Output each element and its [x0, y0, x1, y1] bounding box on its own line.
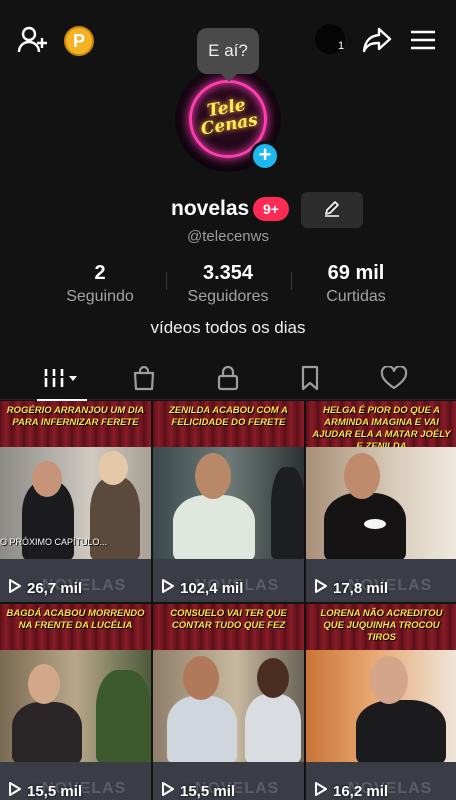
grid-icon	[43, 366, 81, 395]
view-count: 15,5 mil	[8, 781, 82, 800]
video-caption: Bagdá acabou morrendo na frente da Lucél…	[6, 608, 145, 631]
play-icon	[8, 781, 27, 800]
video-caption: Lorena não acreditou que Juquinha trocou…	[320, 608, 443, 643]
tab-liked[interactable]	[364, 360, 424, 400]
tab-saved[interactable]	[280, 360, 340, 400]
video-thumbnail[interactable]: Helga é pior do que a Arminda imagina e …	[306, 401, 456, 602]
play-icon	[314, 578, 333, 598]
video-subtitle: O PRÓXIMO CAPÍTULO...	[0, 537, 108, 547]
stat-likes[interactable]: 69 mil Curtidas	[296, 262, 416, 306]
name-row: novelas 9+	[0, 192, 456, 228]
video-scene	[306, 650, 456, 764]
stat-following[interactable]: 2 Seguindo	[40, 262, 160, 306]
tab-private[interactable]	[198, 360, 258, 400]
user-handle: @telecenws	[187, 228, 269, 245]
heart-icon	[380, 364, 408, 395]
avatar-logo-text: Tele Cenas	[199, 94, 260, 140]
video-scene	[306, 447, 456, 561]
video-caption: Zenilda acabou com a felicidade do Feret…	[169, 405, 288, 428]
video-caption: Helga é pior do que a Arminda imagina e …	[312, 405, 451, 452]
play-icon	[161, 781, 180, 800]
add-friend-icon[interactable]	[16, 24, 50, 56]
notification-badge[interactable]: 9+	[253, 197, 289, 221]
video-thumbnail[interactable]: Rogério arranjou um dia para infernizar …	[0, 401, 151, 602]
view-count: 26,7 mil	[8, 578, 82, 598]
view-count: 17,8 mil	[314, 578, 388, 598]
stat-followers[interactable]: 3.354 Seguidores	[168, 262, 288, 306]
edit-profile-button[interactable]	[301, 192, 363, 228]
lock-icon	[217, 365, 239, 396]
stat-divider	[291, 272, 292, 290]
video-thumbnail[interactable]: Consuelo vai ter que contar tudo que fez…	[153, 604, 304, 800]
video-scene	[0, 650, 151, 764]
display-name: novelas	[171, 197, 250, 220]
video-thumbnail[interactable]: Zenilda acabou com a felicidade do Feret…	[153, 401, 304, 602]
video-scene	[153, 650, 304, 764]
coin-icon[interactable]: P	[64, 26, 94, 56]
view-count: 102,4 mil	[161, 578, 243, 598]
stat-divider	[166, 272, 167, 290]
add-story-button[interactable]: +	[250, 141, 280, 171]
play-icon	[8, 578, 27, 598]
content-tabs	[0, 360, 456, 401]
video-grid: Rogério arranjou um dia para infernizar …	[0, 401, 456, 800]
share-icon[interactable]	[360, 24, 394, 56]
status-bubble[interactable]: E aí?	[197, 28, 259, 82]
play-icon	[161, 578, 180, 598]
view-count: 15,5 mil	[161, 781, 235, 800]
play-icon	[314, 781, 333, 800]
view-count: 16,2 mil	[314, 781, 388, 800]
pencil-icon	[323, 199, 341, 222]
shopping-bag-icon	[132, 365, 156, 396]
tab-shop[interactable]	[114, 360, 174, 400]
menu-icon[interactable]	[408, 26, 438, 54]
bookmark-icon	[300, 365, 320, 396]
video-scene	[153, 447, 304, 561]
account-count: 1	[338, 40, 345, 52]
tab-videos[interactable]	[32, 360, 92, 401]
video-thumbnail[interactable]: Lorena não acreditou que Juquinha trocou…	[306, 604, 456, 800]
video-caption: Rogério arranjou um dia para infernizar …	[6, 405, 145, 428]
video-caption: Consuelo vai ter que contar tudo que fez	[170, 608, 287, 631]
profile-bio: vídeos todos os dias	[150, 318, 306, 337]
video-thumbnail[interactable]: Bagdá acabou morrendo na frente da Lucél…	[0, 604, 151, 800]
